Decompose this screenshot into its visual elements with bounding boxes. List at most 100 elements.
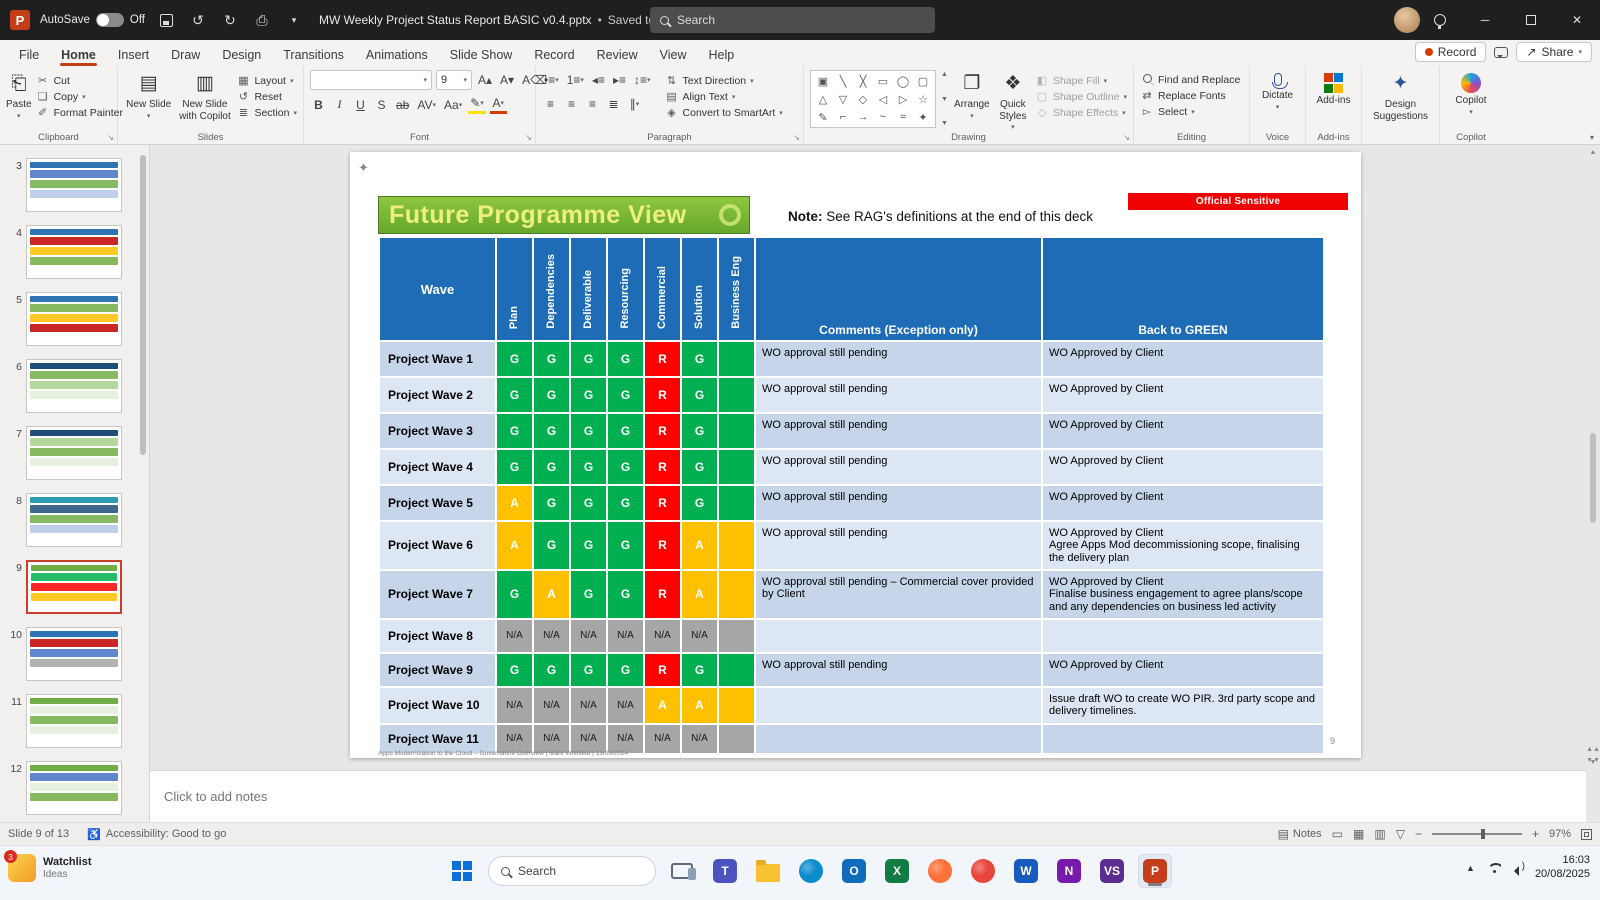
slide-thumbnail[interactable] bbox=[26, 426, 122, 480]
wave-cell[interactable]: Project Wave 11 bbox=[379, 724, 496, 754]
status-cell-solution[interactable]: G bbox=[681, 449, 718, 485]
status-cell-resourcing[interactable]: N/A bbox=[607, 687, 644, 724]
back-to-green-cell[interactable]: WO Approved by Client bbox=[1042, 377, 1324, 413]
status-cell-commercial[interactable]: N/A bbox=[644, 619, 681, 653]
shape-icon[interactable]: △ bbox=[819, 93, 827, 106]
slide-thumbnail[interactable] bbox=[26, 158, 122, 212]
comments-cell[interactable] bbox=[755, 687, 1042, 724]
comments-cell[interactable]: WO approval still pending bbox=[755, 377, 1042, 413]
status-cell-commercial[interactable]: R bbox=[644, 570, 681, 619]
status-cell-business-eng[interactable] bbox=[718, 485, 755, 521]
status-cell-commercial[interactable]: R bbox=[644, 377, 681, 413]
save-button[interactable] bbox=[155, 9, 177, 31]
comments-cell[interactable]: WO approval still pending bbox=[755, 653, 1042, 687]
quick-styles-button[interactable]: ❖ Quick Styles ▾ bbox=[995, 70, 1031, 132]
comments-cell[interactable] bbox=[755, 724, 1042, 754]
status-cell-resourcing[interactable]: N/A bbox=[607, 724, 644, 754]
slide-sorter-view-button[interactable]: ▦ bbox=[1353, 827, 1364, 841]
status-cell-resourcing[interactable]: N/A bbox=[607, 619, 644, 653]
new-slide-button[interactable]: ▤ New Slide ▾ bbox=[124, 70, 173, 121]
redo-button[interactable]: ↻ bbox=[219, 9, 241, 31]
status-cell-plan[interactable]: G bbox=[496, 341, 533, 377]
status-cell-commercial[interactable]: R bbox=[644, 653, 681, 687]
shape-icon[interactable]: ▽ bbox=[839, 93, 847, 106]
status-cell-business-eng[interactable] bbox=[718, 570, 755, 619]
paragraph-dialog-launcher[interactable]: ↘ bbox=[793, 133, 800, 142]
status-cell-dependencies[interactable]: N/A bbox=[533, 619, 570, 653]
status-cell-commercial[interactable]: R bbox=[644, 449, 681, 485]
back-to-green-cell[interactable] bbox=[1042, 619, 1324, 653]
select-button[interactable]: ▻Select▾ bbox=[1140, 105, 1240, 118]
onenote-icon[interactable]: N bbox=[1052, 854, 1086, 888]
convert-smartart-button[interactable]: ◈Convert to SmartArt▾ bbox=[665, 106, 783, 119]
task-view-icon[interactable] bbox=[665, 854, 699, 888]
status-cell-resourcing[interactable]: G bbox=[607, 377, 644, 413]
status-cell-plan[interactable]: G bbox=[496, 570, 533, 619]
text-shadow-button[interactable]: S bbox=[373, 95, 390, 114]
design-ideas-icon[interactable]: ✦ bbox=[358, 160, 369, 176]
status-cell-dependencies[interactable]: G bbox=[533, 521, 570, 570]
status-cell-commercial[interactable]: R bbox=[644, 485, 681, 521]
shape-icon[interactable]: ▢ bbox=[918, 75, 928, 88]
tab-draw[interactable]: Draw bbox=[160, 44, 211, 66]
tab-design[interactable]: Design bbox=[211, 44, 272, 66]
fit-to-window-button[interactable] bbox=[1581, 829, 1592, 840]
back-to-green-cell[interactable]: WO Approved by Client bbox=[1042, 449, 1324, 485]
status-cell-plan[interactable]: G bbox=[496, 449, 533, 485]
status-cell-plan[interactable]: N/A bbox=[496, 724, 533, 754]
status-cell-dependencies[interactable]: A bbox=[533, 570, 570, 619]
status-cell-commercial[interactable]: R bbox=[644, 341, 681, 377]
decrease-font-size-button[interactable]: A▾ bbox=[498, 71, 516, 90]
align-right-button[interactable]: ≡ bbox=[584, 94, 601, 113]
wave-cell[interactable]: Project Wave 7 bbox=[379, 570, 496, 619]
start-button[interactable] bbox=[445, 854, 479, 888]
slide-title-box[interactable]: Future Programme View bbox=[378, 196, 750, 234]
comments-icon[interactable] bbox=[1494, 47, 1508, 58]
status-cell-plan[interactable]: N/A bbox=[496, 619, 533, 653]
shape-effects-button[interactable]: ◇Shape Effects▾ bbox=[1035, 106, 1127, 119]
shape-icon[interactable]: ╲ bbox=[840, 75, 847, 88]
underline-button[interactable]: U bbox=[352, 95, 369, 114]
arrange-button[interactable]: ❐ Arrange ▾ bbox=[953, 70, 991, 121]
zoom-out-button[interactable]: − bbox=[1415, 827, 1422, 841]
shape-icon[interactable]: ✎ bbox=[818, 111, 827, 124]
word-icon[interactable]: W bbox=[1009, 854, 1043, 888]
status-cell-dependencies[interactable]: N/A bbox=[533, 687, 570, 724]
back-to-green-cell[interactable]: Issue draft WO to create WO PIR. 3rd par… bbox=[1042, 687, 1324, 724]
status-cell-business-eng[interactable] bbox=[718, 413, 755, 449]
scroll-down-icon[interactable]: ▼ bbox=[941, 96, 948, 103]
shape-icon[interactable]: ▣ bbox=[818, 75, 828, 88]
collapse-ribbon-button[interactable]: ▾ bbox=[1590, 133, 1594, 142]
align-center-button[interactable]: ≡ bbox=[563, 94, 580, 113]
slide-note[interactable]: Note: See RAG's definitions at the end o… bbox=[788, 209, 1093, 224]
taskbar-search[interactable]: Search bbox=[488, 856, 656, 886]
status-cell-plan[interactable]: G bbox=[496, 377, 533, 413]
text-direction-button[interactable]: ⇅Text Direction▾ bbox=[665, 74, 783, 87]
firefox-icon[interactable] bbox=[923, 854, 957, 888]
editor-scrollbar[interactable]: ▲ ▼ bbox=[1587, 149, 1599, 766]
tab-insert[interactable]: Insert bbox=[107, 44, 160, 66]
zoom-slider-thumb[interactable] bbox=[1481, 829, 1485, 839]
wave-cell[interactable]: Project Wave 10 bbox=[379, 687, 496, 724]
align-text-button[interactable]: ▤Align Text▾ bbox=[665, 90, 783, 103]
find-replace-button[interactable]: Find and Replace bbox=[1140, 74, 1240, 86]
scrollbar-thumb[interactable] bbox=[140, 155, 146, 455]
tips-icon[interactable] bbox=[1434, 14, 1446, 26]
accessibility-status[interactable]: ♿ Accessibility: Good to go bbox=[87, 828, 226, 841]
status-cell-resourcing[interactable]: G bbox=[607, 341, 644, 377]
status-cell-commercial[interactable]: A bbox=[644, 687, 681, 724]
layout-button[interactable]: ▦Layout▾ bbox=[236, 74, 297, 87]
tab-record[interactable]: Record bbox=[523, 44, 585, 66]
status-cell-business-eng[interactable] bbox=[718, 341, 755, 377]
status-cell-business-eng[interactable] bbox=[718, 619, 755, 653]
drawing-dialog-launcher[interactable]: ↘ bbox=[1123, 133, 1130, 142]
status-cell-solution[interactable]: A bbox=[681, 570, 718, 619]
slide-thumbnail[interactable] bbox=[26, 225, 122, 279]
status-cell-dependencies[interactable]: G bbox=[533, 377, 570, 413]
status-cell-solution[interactable]: A bbox=[681, 687, 718, 724]
back-to-green-cell[interactable]: WO Approved by Client Finalise business … bbox=[1042, 570, 1324, 619]
status-cell-resourcing[interactable]: G bbox=[607, 485, 644, 521]
status-cell-deliverable[interactable]: G bbox=[570, 413, 607, 449]
bullets-button[interactable]: •≡▾ bbox=[542, 70, 561, 89]
numbering-button[interactable]: 1≡▾ bbox=[565, 70, 586, 89]
